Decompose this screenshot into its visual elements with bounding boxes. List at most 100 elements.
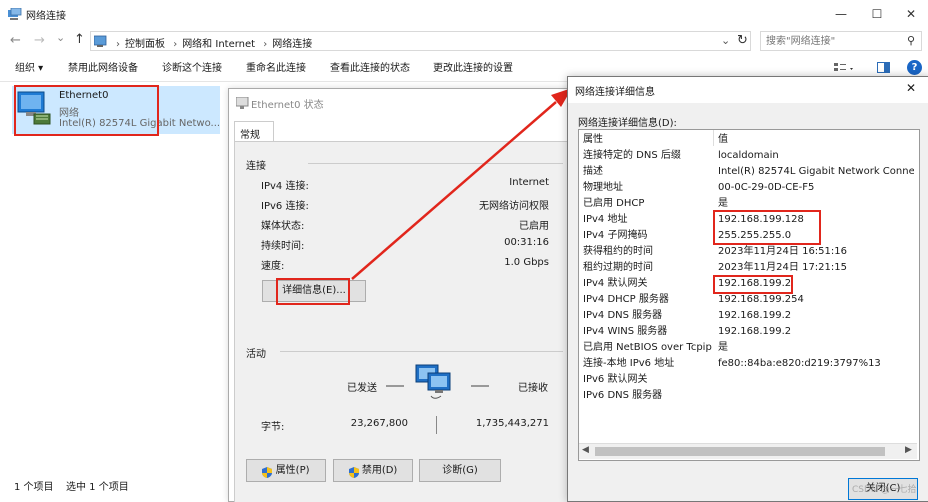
forward-arrow-icon[interactable]: → xyxy=(34,33,45,48)
search-box[interactable]: ⚲ xyxy=(760,31,922,51)
ipv4-connectivity-value: Internet xyxy=(509,177,549,188)
status-dialog-icon xyxy=(235,96,249,109)
ip-address-highlight xyxy=(713,210,821,245)
details-property: IPv4 地址 xyxy=(583,214,628,225)
duration-label: 持续时间: xyxy=(261,241,305,252)
item-count: 1 个项目 xyxy=(14,482,54,493)
details-value: 192.168.199.254 xyxy=(718,294,804,305)
scroll-left-icon[interactable]: ◀ xyxy=(582,445,589,455)
diagnose-connection-button[interactable]: 诊断这个连接 xyxy=(162,60,222,78)
search-input[interactable] xyxy=(764,33,903,50)
breadcrumb: › 控制面板 › 网络和 Internet › 网络连接 xyxy=(111,35,312,50)
details-property: IPv4 DHCP 服务器 xyxy=(583,294,669,305)
tab-panel xyxy=(234,141,573,502)
details-close-icon[interactable]: ✕ xyxy=(906,81,916,95)
selected-count: 选中 1 个项目 xyxy=(66,482,129,493)
details-property: 描述 xyxy=(583,166,603,177)
connection-section-label: 连接 xyxy=(246,161,266,172)
gateway-highlight xyxy=(713,275,793,294)
details-value: 2023年11月24日 16:51:16 xyxy=(718,246,847,257)
back-arrow-icon[interactable]: ← xyxy=(10,33,21,48)
details-value: 00-0C-29-0D-CE-F5 xyxy=(718,182,815,193)
properties-button[interactable]: 属性(P) xyxy=(246,459,326,482)
title-bar: 网络连接 — ☐ ✕ xyxy=(0,0,928,28)
rename-connection-button[interactable]: 重命名此连接 xyxy=(246,60,306,78)
breadcrumb-network-internet[interactable]: 网络和 Internet xyxy=(182,39,255,50)
details-property: 获得租约的时间 xyxy=(583,246,653,257)
breadcrumb-chevron-icon: › xyxy=(263,39,268,50)
preview-pane-icon[interactable] xyxy=(877,62,891,74)
diagnose-button-label: 诊断(G) xyxy=(442,465,478,476)
recent-locations-chevron-icon[interactable]: ⌄ xyxy=(56,31,65,44)
details-value: Intel(R) 82574L Gigabit Network Connect xyxy=(718,166,914,177)
maximize-button[interactable]: ☐ xyxy=(860,0,894,28)
view-status-button[interactable]: 查看此连接的状态 xyxy=(330,60,410,78)
disable-device-button[interactable]: 禁用此网络设备 xyxy=(68,60,138,78)
shield-icon xyxy=(348,465,359,478)
column-header-value[interactable]: 值 xyxy=(718,132,728,148)
details-value: 是 xyxy=(718,342,728,353)
scroll-right-icon[interactable]: ▶ xyxy=(905,445,912,455)
close-window-button[interactable]: ✕ xyxy=(894,0,928,28)
breadcrumb-network-connections[interactable]: 网络连接 xyxy=(272,39,312,50)
details-property: IPv4 子网掩码 xyxy=(583,230,648,241)
address-history-chevron-icon[interactable]: ⌄ xyxy=(721,34,730,47)
received-line xyxy=(471,385,489,387)
details-property: 已启用 NetBIOS over Tcpip xyxy=(583,342,712,353)
organize-menu[interactable]: 组织 ▾ xyxy=(15,60,43,78)
control-panel-icon xyxy=(93,35,107,47)
breadcrumb-chevron-icon: › xyxy=(173,39,178,50)
window-title: 网络连接 xyxy=(26,11,66,22)
tab-general[interactable]: 常规 xyxy=(234,121,274,142)
details-value: 192.168.199.2 xyxy=(718,326,792,337)
speed-value: 1.0 Gbps xyxy=(504,257,549,268)
breadcrumb-chevron-icon: › xyxy=(116,39,120,50)
disable-button[interactable]: 禁用(D) xyxy=(333,459,413,482)
details-dialog-title: 网络连接详细信息 xyxy=(575,87,655,98)
horizontal-scrollbar[interactable]: ◀ ▶ xyxy=(579,443,917,459)
ipv4-connectivity-label: IPv4 连接: xyxy=(261,181,309,192)
shield-icon xyxy=(262,465,273,478)
speed-label: 速度: xyxy=(261,261,285,272)
sent-line xyxy=(386,385,404,387)
details-property: 物理地址 xyxy=(583,182,623,193)
details-property: 已启用 DHCP xyxy=(583,198,645,209)
received-label: 已接收 xyxy=(518,383,548,394)
diagnose-button[interactable]: 诊断(G) xyxy=(419,459,501,482)
media-state-label: 媒体状态: xyxy=(261,221,305,232)
properties-button-label: 属性(P) xyxy=(275,465,310,476)
status-bar: 1 个项目 选中 1 个项目 xyxy=(0,474,228,494)
details-button-highlight xyxy=(276,278,350,305)
details-value: 192.168.199.2 xyxy=(718,310,792,321)
help-icon[interactable]: ? xyxy=(907,60,922,75)
column-header-property[interactable]: 属性 xyxy=(583,132,603,148)
network-folder-icon xyxy=(8,7,22,20)
refresh-icon[interactable]: ↻ xyxy=(737,33,748,48)
minimize-button[interactable]: — xyxy=(824,0,858,28)
details-property: IPv4 默认网关 xyxy=(583,278,648,289)
bytes-label: 字节: xyxy=(261,422,285,433)
navigation-bar: ← → ⌄ ↑ › 控制面板 › 网络和 Internet › 网络连接 ⌄ ↻ ⚲ xyxy=(0,30,928,54)
connection-divider xyxy=(308,163,563,164)
details-value: 2023年11月24日 17:21:15 xyxy=(718,262,847,273)
search-icon: ⚲ xyxy=(907,34,916,47)
change-settings-button[interactable]: 更改此连接的设置 xyxy=(433,60,513,78)
details-value: localdomain xyxy=(718,150,779,161)
view-options-icon[interactable] xyxy=(834,62,856,76)
duration-value: 00:31:16 xyxy=(504,237,549,248)
details-property: 连接-本地 IPv6 地址 xyxy=(583,358,675,369)
activity-divider xyxy=(280,351,563,352)
breadcrumb-control-panel[interactable]: 控制面板 xyxy=(125,39,165,50)
ipv6-connectivity-label: IPv6 连接: xyxy=(261,201,309,212)
media-state-value: 已启用 xyxy=(519,221,549,232)
up-arrow-icon[interactable]: ↑ xyxy=(74,32,85,47)
activity-section-label: 活动 xyxy=(246,349,266,360)
adapter-highlight-box xyxy=(14,85,159,136)
scrollbar-thumb[interactable] xyxy=(595,447,885,456)
details-property: IPv6 默认网关 xyxy=(583,374,648,385)
address-bar[interactable]: › 控制面板 › 网络和 Internet › 网络连接 ⌄ xyxy=(90,31,751,51)
watermark-text: CSDN @一七拾 xyxy=(852,485,917,495)
details-property: IPv6 DNS 服务器 xyxy=(583,390,663,401)
tab-general-label: 常规 xyxy=(240,130,260,141)
details-property: 连接特定的 DNS 后缀 xyxy=(583,150,681,161)
